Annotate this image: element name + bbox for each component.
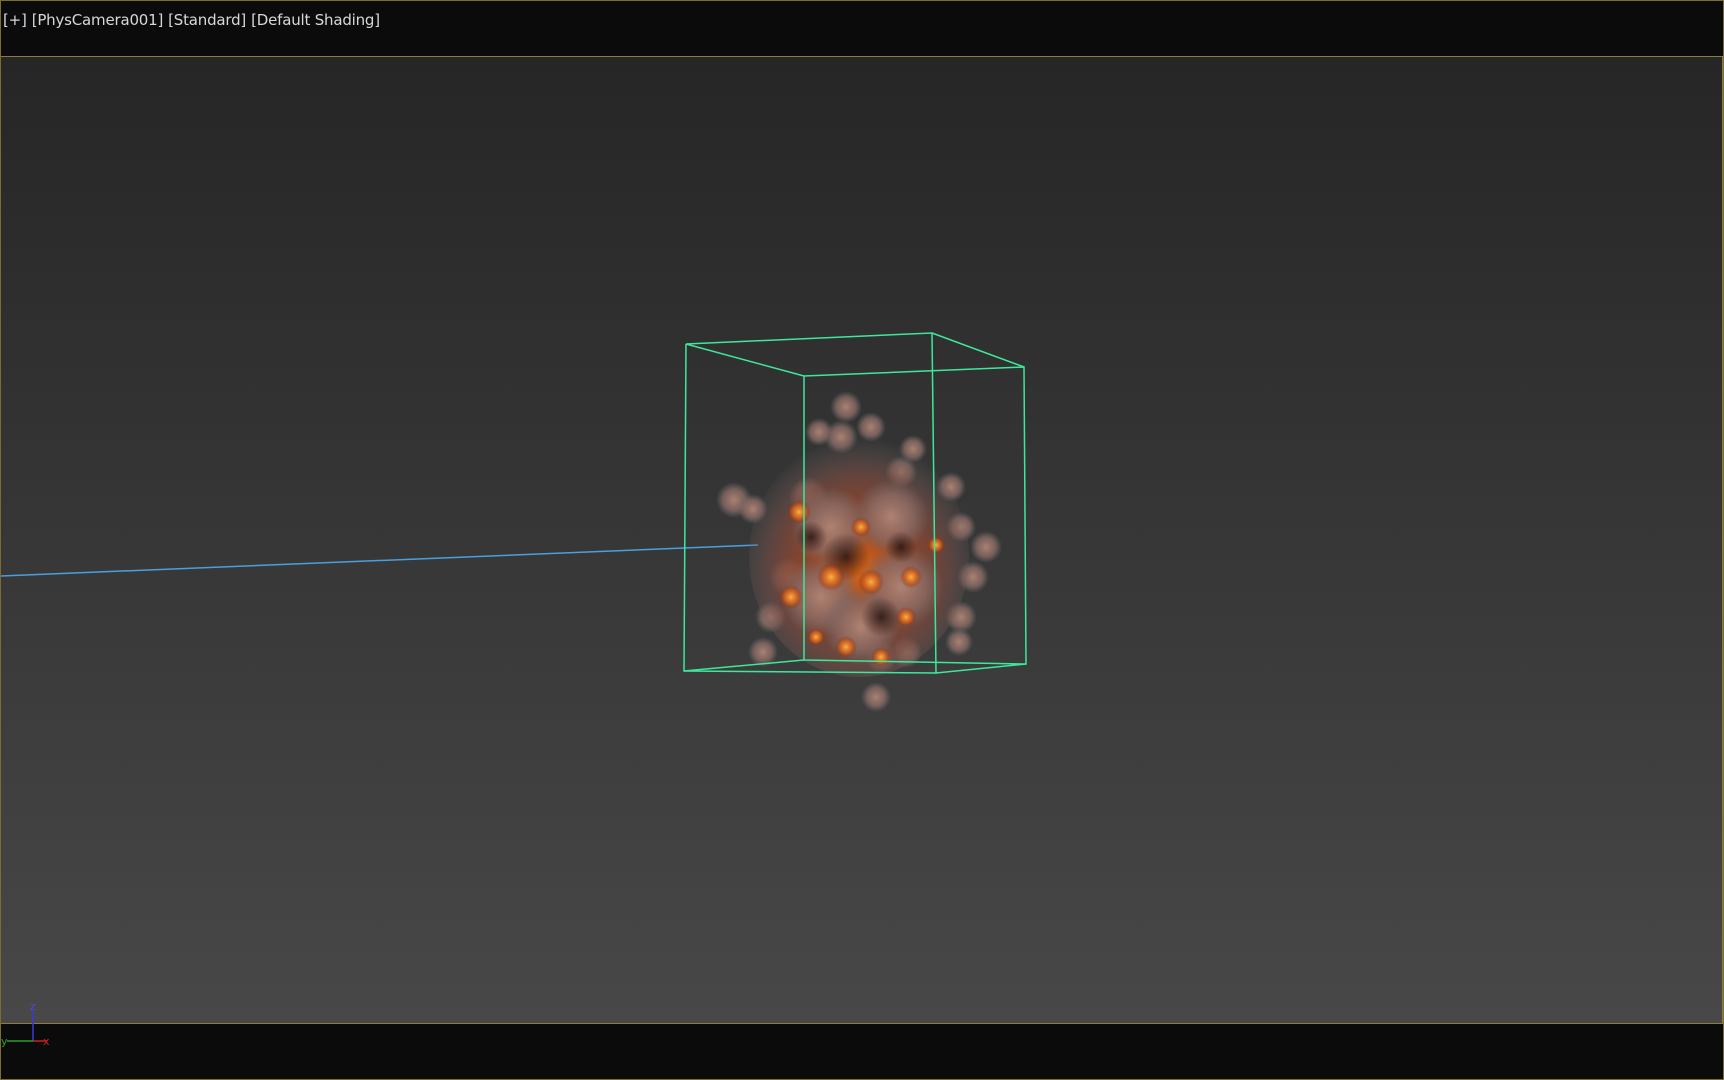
axis-x-label: x bbox=[43, 1035, 50, 1048]
scene-canvas bbox=[1, 332, 1027, 712]
viewport-footer: z y x bbox=[1, 1000, 1723, 1079]
axis-y-label: y bbox=[1, 1035, 8, 1048]
viewport-label-menu: [+] [PhysCamera001] [Standard] [Default … bbox=[3, 11, 380, 29]
viewport-shading-label[interactable]: [Default Shading] bbox=[251, 11, 380, 29]
viewport-camera-label[interactable]: [PhysCamera001] bbox=[32, 11, 164, 29]
axis-tripod-icon: z y x bbox=[1, 1000, 50, 1048]
viewport-header: [+] [PhysCamera001] [Standard] [Default … bbox=[1, 1, 1723, 56]
viewport-plus-menu[interactable]: [+] bbox=[3, 11, 27, 29]
camera-target-line[interactable] bbox=[1, 544, 759, 577]
viewport-view-mode-label[interactable]: [Standard] bbox=[168, 11, 246, 29]
viewport-scene[interactable] bbox=[1, 56, 1723, 1024]
axis-z-label: z bbox=[30, 1000, 36, 1013]
viewport-frame: [+] [PhysCamera001] [Standard] [Default … bbox=[0, 0, 1724, 1080]
